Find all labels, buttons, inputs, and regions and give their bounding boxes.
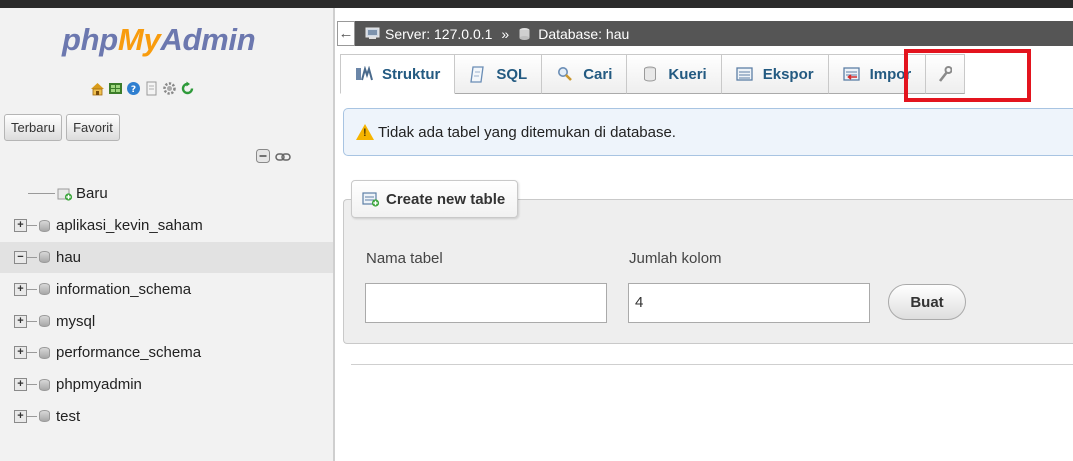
- highlight-box: [904, 49, 1031, 102]
- collapse-icon[interactable]: −: [14, 250, 27, 264]
- breadcrumb: ← Server: 127.0.0.1 » Database: hau: [337, 21, 1073, 46]
- tree-connector: [27, 384, 37, 386]
- tree-label[interactable]: mysql: [56, 313, 95, 330]
- tree-connector: [28, 193, 55, 195]
- tab-label: Struktur: [382, 65, 441, 83]
- expand-icon[interactable]: +: [14, 346, 27, 360]
- expand-icon[interactable]: +: [14, 282, 27, 296]
- sql-icon: [469, 65, 487, 83]
- tree-item-test[interactable]: + test: [0, 401, 333, 433]
- tree-label-new[interactable]: Baru: [76, 185, 108, 202]
- tree-item-information-schema[interactable]: + information_schema: [0, 273, 333, 305]
- tree-label[interactable]: test: [56, 408, 80, 425]
- breadcrumb-separator: »: [501, 25, 510, 42]
- database-icon: [39, 283, 50, 296]
- new-table-icon: [362, 191, 380, 207]
- new-database-icon: [57, 187, 73, 201]
- import-icon: [842, 66, 861, 82]
- column-count-input[interactable]: 4: [628, 283, 870, 323]
- collapse-all-icon[interactable]: [256, 149, 270, 166]
- tab-query[interactable]: Kueri: [627, 54, 722, 94]
- notice-text: Tidak ada tabel yang ditemukan di databa…: [378, 123, 676, 141]
- table-name-input[interactable]: [365, 283, 607, 323]
- tab-label: Cari: [583, 65, 613, 83]
- tree-label[interactable]: phpmyadmin: [56, 376, 142, 393]
- docs-icon[interactable]: [144, 81, 159, 96]
- tab-label: Kueri: [668, 65, 707, 83]
- database-icon: [39, 410, 50, 423]
- tree-label[interactable]: hau: [56, 249, 81, 266]
- warning-icon: [356, 124, 374, 140]
- database-icon: [39, 378, 50, 391]
- help-icon[interactable]: ?: [126, 81, 141, 96]
- tree-connector: [27, 225, 37, 227]
- tab-bar: Struktur SQL Cari Kueri Ekspor Impor: [340, 54, 966, 96]
- expand-icon[interactable]: +: [14, 314, 27, 328]
- tree-item-phpmyadmin[interactable]: + phpmyadmin: [0, 369, 333, 401]
- tab-search[interactable]: Cari: [542, 54, 628, 94]
- tree-item-mysql[interactable]: + mysql: [0, 305, 333, 337]
- tree-connector: [27, 256, 37, 258]
- database-icon: [39, 219, 50, 232]
- tab-label: SQL: [496, 65, 528, 83]
- breadcrumb-server[interactable]: Server: 127.0.0.1: [385, 26, 492, 42]
- tree-connector: [27, 415, 37, 417]
- phpmyadmin-logo[interactable]: phpMyAdmin: [62, 22, 256, 58]
- column-count-label: Jumlah kolom: [629, 250, 722, 267]
- svg-text:?: ?: [131, 85, 136, 95]
- legend-text: Create new table: [386, 190, 506, 208]
- tree-label[interactable]: information_schema: [56, 281, 191, 298]
- structure-icon: [355, 66, 373, 82]
- settings-icon[interactable]: [162, 81, 177, 96]
- tree-item-performance-schema[interactable]: + performance_schema: [0, 337, 333, 369]
- tree-connector: [27, 320, 37, 322]
- divider: [351, 364, 1073, 365]
- database-icon: [518, 27, 533, 40]
- sidebar-icon-row: ?: [90, 79, 195, 97]
- tree-item-new[interactable]: Baru: [0, 178, 333, 210]
- tab-label: Ekspor: [762, 65, 814, 83]
- expand-icon[interactable]: +: [14, 409, 27, 423]
- recent-button[interactable]: Terbaru: [4, 114, 63, 141]
- expand-icon[interactable]: +: [14, 378, 27, 392]
- tree-connector: [27, 288, 37, 290]
- no-tables-notice: Tidak ada tabel yang ditemukan di databa…: [343, 108, 1073, 156]
- expand-icon[interactable]: +: [14, 219, 27, 233]
- tab-sql[interactable]: SQL: [455, 54, 543, 94]
- tree-item-aplikasi-kevin-saham[interactable]: + aplikasi_kevin_saham: [0, 210, 333, 242]
- tree-tools: [256, 149, 291, 166]
- create-button[interactable]: Buat: [888, 284, 966, 320]
- favorites-button[interactable]: Favorit: [66, 114, 120, 141]
- table-name-label: Nama tabel: [366, 250, 443, 267]
- tree-item-hau[interactable]: − hau: [0, 241, 333, 274]
- breadcrumb-database[interactable]: Database: hau: [538, 26, 629, 42]
- create-table-legend: Create new table: [351, 180, 519, 218]
- tab-export[interactable]: Ekspor: [721, 54, 829, 94]
- database-icon: [39, 346, 50, 359]
- back-arrow-icon[interactable]: ←: [337, 21, 355, 46]
- database-tree: Baru + aplikasi_kevin_saham − hau + info…: [0, 178, 333, 432]
- navigation-sidebar: phpMyAdmin ? Terbaru Favorit Baru + apli…: [0, 8, 335, 461]
- home-icon[interactable]: [90, 81, 105, 96]
- tab-structure[interactable]: Struktur: [340, 54, 456, 94]
- tree-label[interactable]: aplikasi_kevin_saham: [56, 217, 203, 234]
- export-icon: [736, 66, 754, 82]
- top-bar: [0, 0, 1073, 8]
- reload-icon[interactable]: [180, 81, 195, 96]
- server-icon: [365, 27, 380, 40]
- tree-connector: [27, 352, 37, 354]
- link-icon[interactable]: [275, 150, 291, 165]
- tree-label[interactable]: performance_schema: [56, 344, 201, 361]
- search-icon: [556, 66, 574, 82]
- database-icon: [39, 315, 50, 328]
- database-icon: [39, 251, 50, 264]
- query-icon: [641, 66, 659, 82]
- database-icon[interactable]: [108, 81, 123, 96]
